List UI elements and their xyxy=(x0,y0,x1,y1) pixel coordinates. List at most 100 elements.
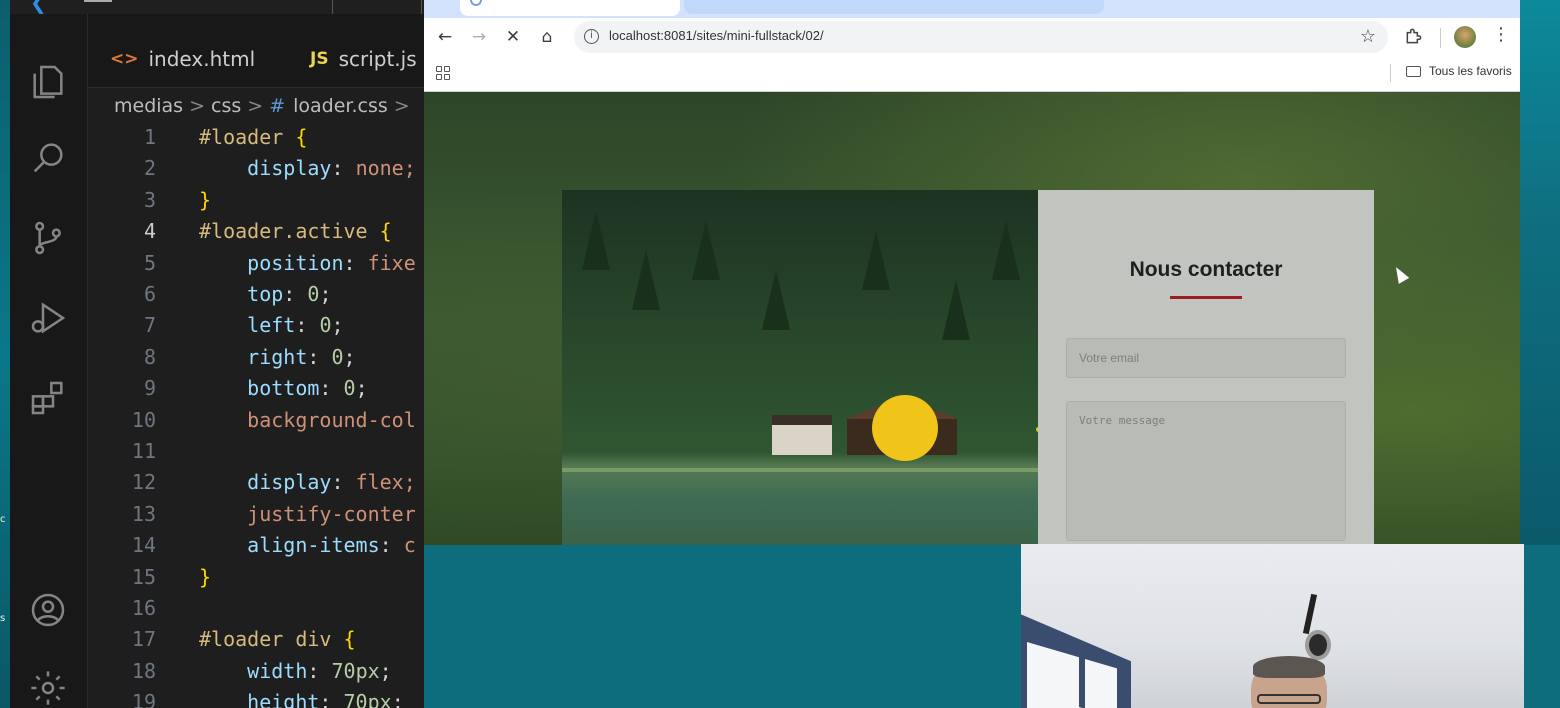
tab-label: script.js xyxy=(338,47,417,71)
account-icon[interactable] xyxy=(24,586,72,634)
code-text: #loader { xyxy=(199,125,308,149)
code-text: left: 0; xyxy=(247,313,344,338)
breadcrumb-item[interactable]: medias xyxy=(114,95,183,117)
site-info-icon[interactable]: i xyxy=(584,29,599,44)
vscode-logo-icon: ❮ xyxy=(30,0,47,14)
code-editor[interactable]: 1 #loader {2 display: none; 3} 4 #loader.act… xyxy=(88,122,424,708)
mouse-cursor-icon xyxy=(1390,264,1410,284)
code-text: #loader.active { xyxy=(199,219,392,244)
lake-forest-image xyxy=(562,190,1038,545)
code-line[interactable]: 6 top: 0; xyxy=(88,279,424,310)
tab-script-js[interactable]: JS script.js xyxy=(310,42,417,76)
code-line[interactable]: 17 #loader div { xyxy=(88,624,424,655)
lamp-head xyxy=(1305,630,1331,660)
code-line[interactable]: 7 left: 0; xyxy=(88,310,424,341)
back-button[interactable]: ← xyxy=(432,24,458,50)
code-text: display: flex; xyxy=(247,470,416,495)
glasses xyxy=(1257,694,1321,704)
profile-avatar[interactable] xyxy=(1454,26,1476,48)
shoreline xyxy=(562,468,1038,472)
tree xyxy=(692,220,720,280)
code-line[interactable]: 15} xyxy=(88,562,424,593)
line-number: 8 xyxy=(143,344,156,369)
stop-button[interactable]: ✕ xyxy=(500,24,526,50)
code-line[interactable]: 4 #loader.active { xyxy=(88,216,424,247)
code-line[interactable]: 13 justify-conter xyxy=(88,499,424,530)
line-number: 1 xyxy=(143,125,156,149)
code-text: align-items: c xyxy=(247,533,416,558)
address-bar[interactable]: i localhost:8081/sites/mini-fullstack/02… xyxy=(574,21,1388,53)
explorer-icon[interactable] xyxy=(24,58,72,106)
code-line[interactable]: 3} xyxy=(88,185,424,216)
breadcrumb-item[interactable]: css xyxy=(211,95,241,117)
code-text: justify-conter xyxy=(247,501,416,526)
line-number: 13 xyxy=(131,501,156,526)
extensions-puzzle-icon[interactable] xyxy=(1404,26,1424,46)
more-menu-icon[interactable]: ⋮ xyxy=(1492,24,1510,45)
js-file-icon: JS xyxy=(310,49,329,69)
code-line[interactable]: 18 width: 70px; xyxy=(88,656,424,687)
web-page: Nous contacter xyxy=(424,92,1520,545)
tab-index-html[interactable]: <> index.html xyxy=(110,42,255,76)
code-line[interactable]: 8 right: 0; xyxy=(88,342,424,373)
menu-icon[interactable] xyxy=(84,0,112,2)
code-line[interactable]: 11 xyxy=(88,436,424,467)
message-field[interactable] xyxy=(1066,401,1346,541)
desktop-fragment: c xyxy=(0,514,6,525)
run-debug-icon[interactable] xyxy=(24,294,72,342)
code-text: top: 0; xyxy=(247,282,332,306)
tree xyxy=(992,220,1020,280)
activity-bar xyxy=(10,14,88,708)
desktop-fragment: s xyxy=(0,613,6,624)
url-text[interactable]: localhost:8081/sites/mini-fullstack/02/ xyxy=(609,28,824,43)
extensions-icon[interactable] xyxy=(24,374,72,422)
house xyxy=(772,415,832,455)
apps-grid-icon[interactable] xyxy=(436,66,450,80)
form-title: Nous contacter xyxy=(1129,258,1283,281)
code-text: display: none; xyxy=(247,156,416,181)
code-line[interactable]: 19 height: 70px; xyxy=(88,687,424,708)
code-line[interactable]: 2 display: none; xyxy=(88,153,424,184)
code-line[interactable]: 12 display: flex; xyxy=(88,467,424,498)
code-line[interactable]: 5 position: fixe xyxy=(88,248,424,279)
line-number: 15 xyxy=(131,564,156,589)
code-line[interactable]: 14 align-items: c xyxy=(88,530,424,561)
line-number: 16 xyxy=(131,596,156,620)
line-number: 14 xyxy=(131,533,156,558)
source-control-icon[interactable] xyxy=(24,214,72,262)
chevron-right-icon: > xyxy=(393,95,410,117)
contact-form: Nous contacter xyxy=(1038,190,1374,545)
tab-strip-area xyxy=(684,0,1104,14)
home-button[interactable]: ⌂ xyxy=(534,24,560,50)
all-bookmarks-label: Tous les favoris xyxy=(1429,64,1512,78)
folder-icon xyxy=(1406,65,1421,77)
bookmark-star-icon[interactable]: ☆ xyxy=(1360,26,1376,47)
tree xyxy=(942,280,970,340)
code-line[interactable]: 10 background-col xyxy=(88,405,424,436)
bookmarks-bar: Tous les favoris xyxy=(424,56,1520,92)
loader-spinner xyxy=(872,395,938,461)
divider xyxy=(1390,64,1391,82)
code-text: right: 0; xyxy=(247,344,356,369)
search-icon[interactable] xyxy=(24,134,72,182)
desktop-background-right xyxy=(1520,0,1560,545)
line-number: 6 xyxy=(143,282,156,306)
line-number: 7 xyxy=(143,313,156,338)
code-line[interactable]: 16 xyxy=(88,593,424,624)
title-underline xyxy=(1170,296,1242,299)
code-line[interactable]: 1 #loader { xyxy=(88,122,424,153)
line-number: 10 xyxy=(131,407,156,432)
code-text: } xyxy=(199,187,212,212)
email-field[interactable] xyxy=(1066,338,1346,378)
all-bookmarks-button[interactable]: Tous les favoris xyxy=(1406,64,1512,78)
browser-tab[interactable] xyxy=(460,0,680,16)
tree xyxy=(582,210,610,270)
forward-button[interactable]: → xyxy=(466,24,492,50)
line-number: 2 xyxy=(143,156,156,181)
breadcrumb-item[interactable]: loader.css xyxy=(293,95,388,117)
line-number: 18 xyxy=(131,658,156,683)
code-line[interactable]: 9 bottom: 0; xyxy=(88,373,424,404)
breadcrumb: medias > css > # loader.css > xyxy=(114,92,416,120)
tree xyxy=(632,250,660,310)
settings-gear-icon[interactable] xyxy=(24,664,72,708)
